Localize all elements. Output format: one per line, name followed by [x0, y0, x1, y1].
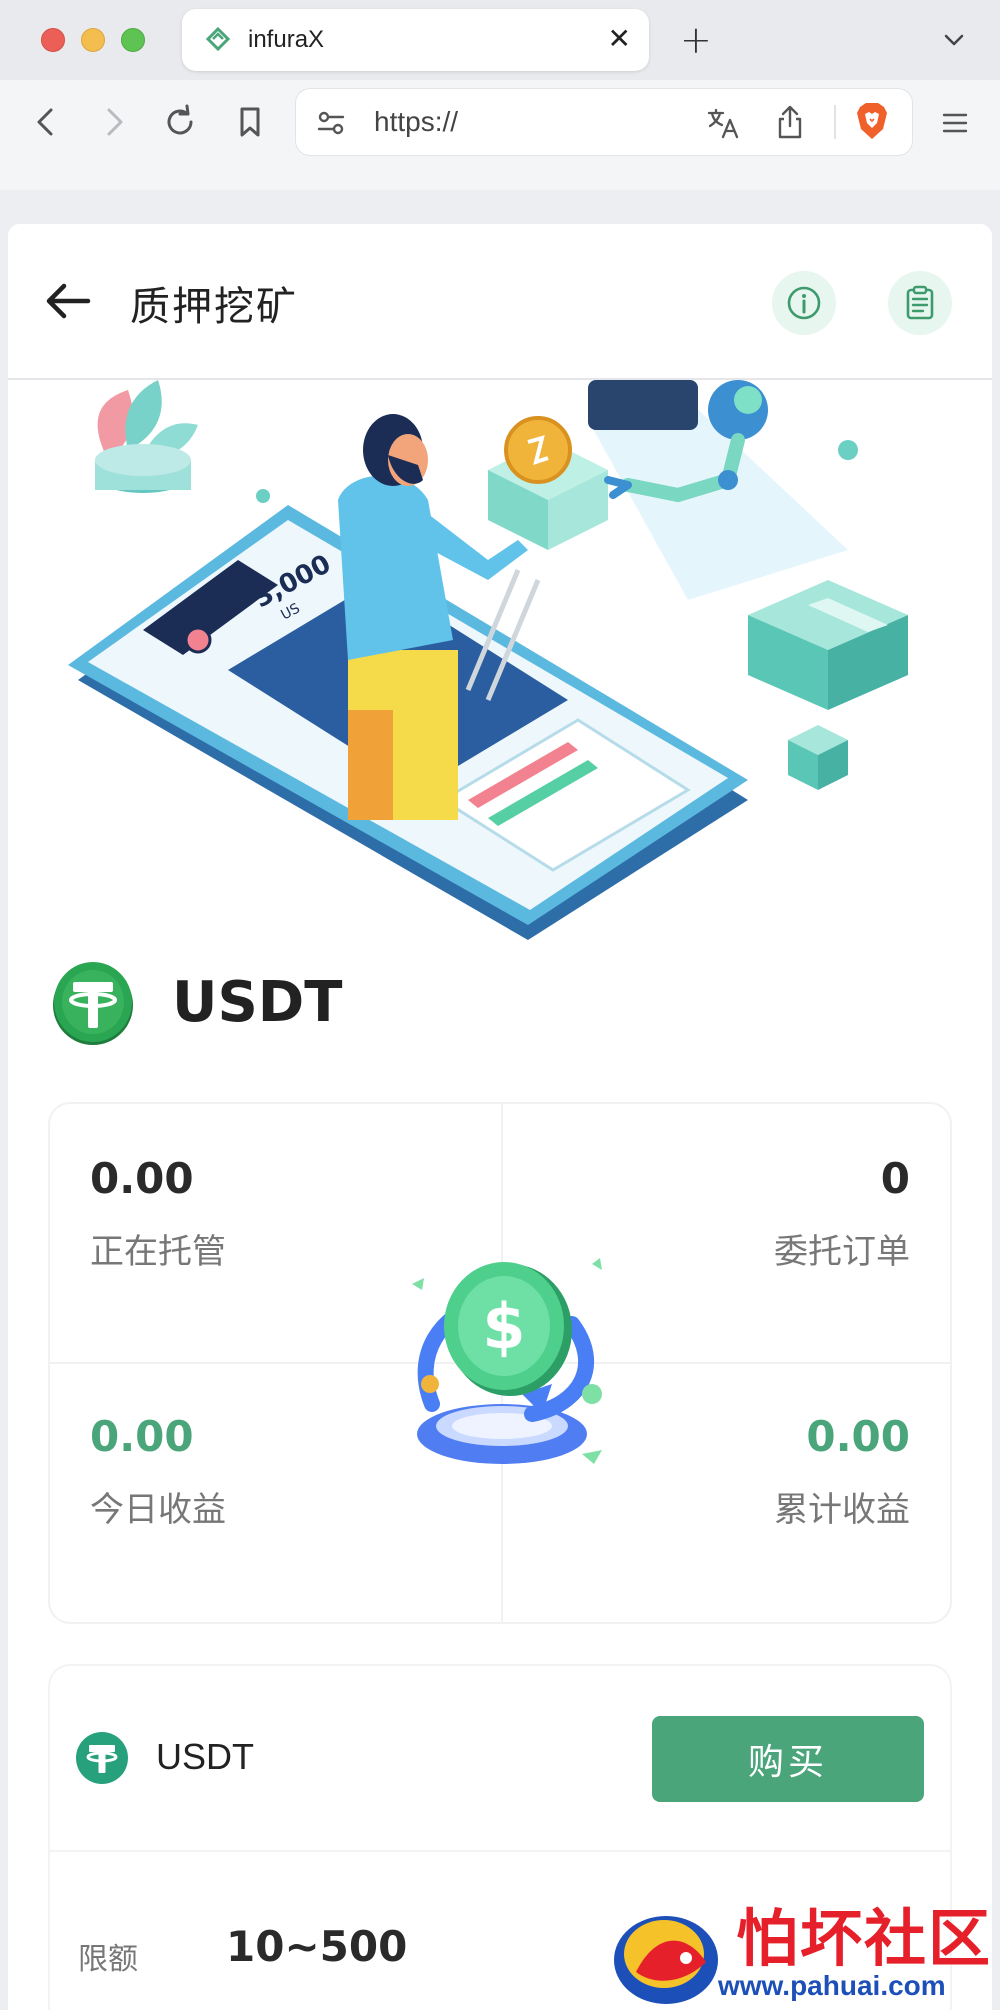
info-icon — [787, 286, 821, 320]
box-with-coin-illustration — [488, 416, 608, 550]
window-close-button[interactable] — [41, 28, 65, 52]
url-text[interactable]: https:// — [374, 106, 458, 138]
stat-total-earnings-label: 累计收益 — [774, 1490, 910, 1530]
brave-shields-icon[interactable] — [854, 101, 890, 141]
plant-illustration — [95, 380, 198, 493]
svg-text:$: $ — [482, 1290, 525, 1363]
records-button[interactable] — [888, 271, 952, 335]
share-icon[interactable] — [774, 104, 806, 140]
window-minimize-button[interactable] — [81, 28, 105, 52]
browser-toolbar: https:// — [0, 80, 1000, 190]
browser-tab-active[interactable]: infuraX ✕ — [182, 9, 649, 71]
product-name: USDT — [156, 1736, 254, 1777]
page-title: 质押挖矿 — [130, 284, 298, 330]
bookmark-icon[interactable] — [230, 102, 270, 142]
boxes-illustration — [748, 580, 908, 790]
clipboard-list-icon — [906, 285, 934, 320]
browser-tab-bar: infuraX ✕ + — [0, 0, 1000, 80]
dollar-coin-swirl-icon: $ — [412, 1258, 602, 1464]
watermark: 怕坏社区 www.pahuai.com — [606, 1902, 1000, 2010]
limit-value: 10~500 — [226, 1922, 408, 1971]
tab-title: infuraX — [248, 26, 325, 53]
hamburger-menu-icon[interactable] — [940, 108, 970, 138]
buy-button[interactable]: 购买 — [652, 1716, 924, 1802]
hero-mining-illustration: 3,000 US — [68, 380, 908, 940]
info-button[interactable] — [772, 271, 836, 335]
tab-close-icon[interactable]: ✕ — [608, 23, 631, 55]
tether-logo-icon — [76, 1732, 128, 1784]
stat-orders-value: 0 — [880, 1154, 910, 1203]
address-bar[interactable]: https:// — [296, 89, 912, 155]
watermark-url: www.pahuai.com — [718, 1970, 946, 2001]
watermark-fish-logo-icon — [614, 1916, 718, 2004]
product-divider — [50, 1850, 950, 1852]
asset-name: USDT — [172, 970, 343, 1035]
watermark-text: 怕坏社区 — [736, 1902, 993, 1975]
tether-logo-icon — [53, 962, 133, 1045]
reload-icon[interactable] — [160, 102, 200, 142]
page-header: 质押挖矿 — [8, 224, 992, 380]
stats-card: 0.00 正在托管 0 委托订单 0.00 今日收益 0.00 累计收益 $ — [48, 1102, 952, 1624]
limit-label: 限额 — [78, 1942, 138, 1977]
translate-icon[interactable] — [706, 106, 740, 140]
forward-arrow-icon[interactable] — [94, 102, 134, 142]
chevron-down-icon[interactable] — [940, 26, 968, 54]
web-page: 质押挖矿 3,000 US USDT 0.00 正在托管 0 委托订单 0.00… — [8, 224, 992, 2010]
address-bar-divider — [834, 105, 836, 139]
stat-in-custody-value: 0.00 — [90, 1154, 194, 1203]
new-tab-button[interactable]: + — [680, 20, 712, 60]
window-zoom-button[interactable] — [121, 28, 145, 52]
site-settings-icon[interactable] — [316, 108, 346, 138]
back-arrow-icon[interactable] — [44, 279, 92, 323]
back-arrow-icon[interactable] — [26, 102, 66, 142]
infurax-favicon-icon — [205, 27, 231, 52]
stat-today-earnings-label: 今日收益 — [90, 1490, 226, 1530]
